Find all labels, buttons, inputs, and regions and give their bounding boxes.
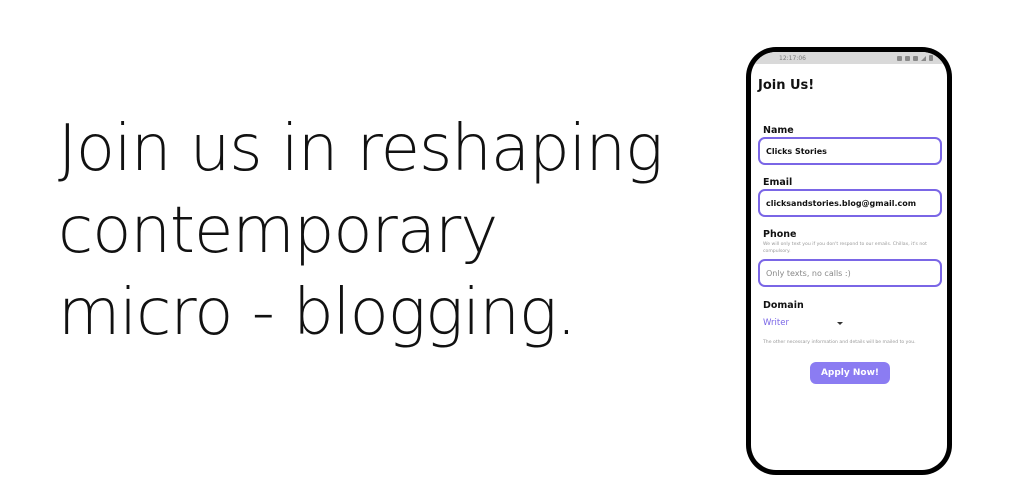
- name-field[interactable]: Clicks Stories: [758, 137, 942, 165]
- status-bar: 12:17:06: [751, 52, 947, 64]
- alarm-icon: [905, 55, 910, 61]
- phone-field[interactable]: Only texts, no calls :): [758, 259, 942, 287]
- phone-label: Phone: [763, 229, 797, 240]
- phone-screen: 12:17:06 Join Us! Name Clicks Stories Em…: [751, 52, 947, 470]
- phone-frame: 12:17:06 Join Us! Name Clicks Stories Em…: [746, 47, 952, 475]
- app-title: Join Us!: [758, 78, 815, 93]
- name-value: Clicks Stories: [766, 146, 827, 156]
- notification-icon: [897, 55, 902, 61]
- headline: Join us in reshaping contemporary micro …: [58, 108, 748, 354]
- name-label: Name: [763, 125, 794, 136]
- domain-label: Domain: [763, 300, 804, 311]
- apply-button[interactable]: Apply Now!: [810, 362, 890, 384]
- wifi-icon: [913, 55, 918, 61]
- headline-line-2: contemporary: [58, 194, 498, 268]
- chevron-down-icon: [837, 321, 843, 325]
- phone-hint: We will only text you if you don't respo…: [763, 242, 927, 254]
- headline-line-1: Join us in reshaping: [58, 112, 663, 186]
- phone-placeholder: Only texts, no calls :): [766, 268, 851, 278]
- status-time: 12:17:06: [779, 54, 806, 62]
- email-label: Email: [763, 177, 793, 188]
- status-icons: [897, 55, 933, 61]
- footer-note: The other necessary information and deta…: [763, 340, 916, 345]
- email-value: clicksandstories.blog@gmail.com: [766, 198, 917, 208]
- headline-line-3: micro - blogging.: [58, 276, 577, 350]
- email-field[interactable]: clicksandstories.blog@gmail.com: [758, 189, 942, 217]
- domain-dropdown[interactable]: Writer: [763, 317, 843, 329]
- battery-icon: [929, 55, 933, 61]
- signal-icon: [921, 55, 926, 61]
- domain-selected: Writer: [763, 318, 789, 328]
